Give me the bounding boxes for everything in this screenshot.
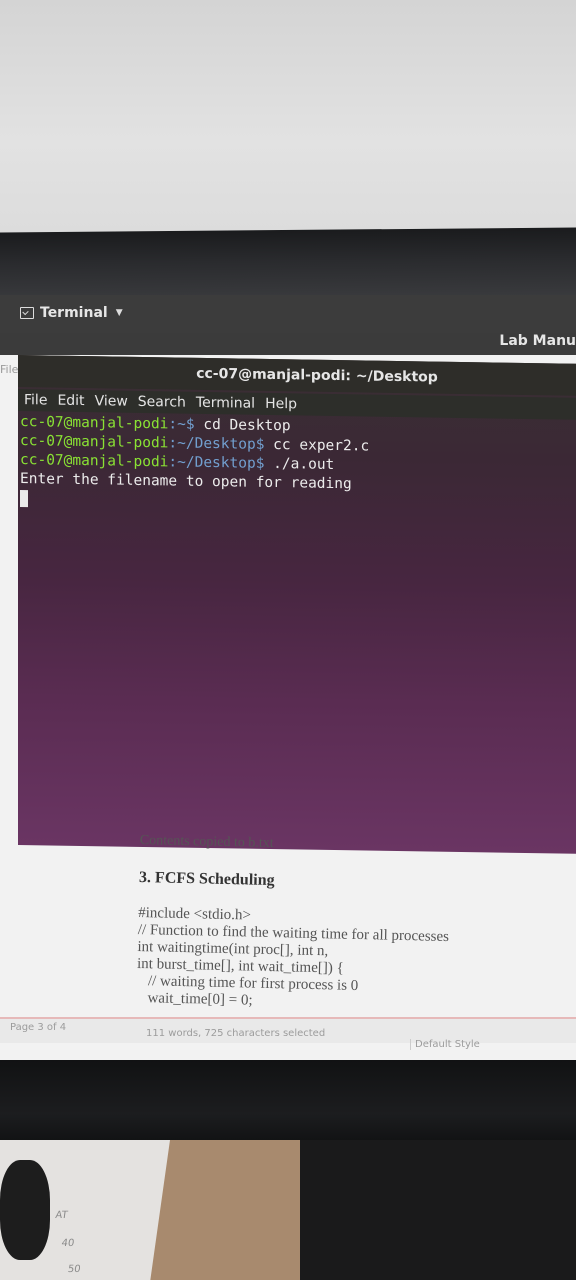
desktop-top-bar: Terminal ▼ bbox=[0, 295, 576, 333]
status-page: Page 3 of 4 bbox=[10, 1022, 67, 1033]
app-menu-label: Terminal bbox=[40, 305, 108, 321]
prompt-path: :~/Desktop$ bbox=[168, 454, 265, 472]
prompt-path: :~$ bbox=[168, 416, 195, 433]
prompt-path: :~/Desktop$ bbox=[168, 435, 265, 453]
prompt-user: cc-07@manjal-podi bbox=[20, 433, 169, 452]
writer-document-page[interactable]: Contents copied to b.txt 3. FCFS Schedul… bbox=[135, 833, 575, 1045]
writer-statusbar: Page 3 of 4 111 words, 725 characters se… bbox=[0, 1017, 576, 1050]
command-text: cd Desktop bbox=[194, 416, 291, 435]
menu-file[interactable]: File bbox=[24, 392, 47, 408]
doc-heading: 3. FCFS Scheduling bbox=[138, 868, 275, 890]
menu-help[interactable]: Help bbox=[265, 396, 297, 413]
monitor-bezel-top bbox=[0, 227, 576, 303]
text-cursor bbox=[20, 489, 28, 507]
command-text: ./a.out bbox=[264, 455, 335, 473]
status-style[interactable]: Default Style bbox=[410, 1039, 480, 1050]
paper-text: AT bbox=[54, 1210, 69, 1221]
command-text: cc exper2.c bbox=[264, 436, 370, 455]
terminal-title: cc-07@manjal-podi: ~/Desktop bbox=[196, 365, 438, 386]
app-menu-terminal[interactable]: Terminal ▼ bbox=[20, 305, 123, 321]
prompt-user: cc-07@manjal-podi bbox=[20, 452, 169, 471]
terminal-icon bbox=[20, 307, 34, 319]
background-wall bbox=[0, 0, 576, 235]
menu-edit[interactable]: Edit bbox=[57, 393, 84, 409]
menu-search[interactable]: Search bbox=[138, 394, 186, 411]
menu-view[interactable]: View bbox=[95, 393, 128, 410]
monitor-bezel-bottom bbox=[0, 1060, 576, 1150]
menu-terminal[interactable]: Terminal bbox=[196, 395, 255, 412]
prompt-user: cc-07@manjal-podi bbox=[20, 414, 169, 433]
paper-text: 40 bbox=[60, 1238, 75, 1249]
monitor-stand bbox=[300, 1140, 576, 1280]
chevron-down-icon: ▼ bbox=[115, 308, 123, 318]
doc-partial-line: Contents copied to b.txt bbox=[139, 833, 274, 852]
status-word-count: 111 words, 725 characters selected bbox=[146, 1028, 326, 1039]
paper-text: 50 bbox=[67, 1264, 82, 1275]
terminal-output[interactable]: cc-07@manjal-podi:~$ cd Desktop cc-07@ma… bbox=[20, 413, 576, 517]
writer-window-title: Lab Manu bbox=[499, 333, 576, 349]
desk-area: AT 40 50 bbox=[0, 1140, 576, 1280]
monitor-screen: Terminal ▼ Lab Manu File cc-07@manjal-po… bbox=[0, 295, 576, 1065]
terminal-window[interactable]: cc-07@manjal-podi: ~/Desktop File Edit V… bbox=[18, 355, 576, 854]
doc-code-block: #include <stdio.h>// Function to find th… bbox=[136, 905, 449, 1014]
writer-menu-file[interactable]: File bbox=[0, 363, 18, 376]
cable bbox=[0, 1160, 50, 1260]
